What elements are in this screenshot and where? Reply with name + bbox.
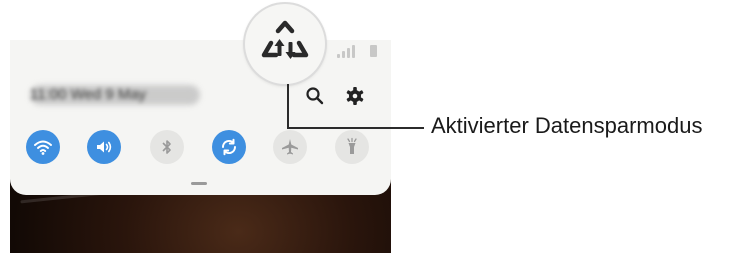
callout-line-horizontal xyxy=(287,127,424,129)
search-icon xyxy=(306,87,324,105)
battery-icon xyxy=(370,45,377,57)
quick-panel xyxy=(10,40,391,195)
signal-icon xyxy=(337,54,340,58)
callout-label: Aktivierter Datensparmodus xyxy=(431,113,703,138)
data-saver-highlight xyxy=(245,4,325,84)
toggle-sound[interactable] xyxy=(87,130,121,164)
gear-icon xyxy=(346,87,364,105)
illustration: 11:00 Wed 9 May Aktivierter Datensparmod… xyxy=(0,0,742,253)
toggle-bluetooth[interactable] xyxy=(150,130,184,164)
status-bar xyxy=(327,44,377,58)
signal-icon-bar xyxy=(352,45,355,58)
callout-line-vertical xyxy=(287,84,289,129)
wifi-icon xyxy=(34,140,52,155)
sound-icon xyxy=(97,141,112,153)
flashlight-icon xyxy=(347,137,357,154)
airplane-icon xyxy=(282,139,298,155)
settings-button[interactable] xyxy=(343,84,367,108)
bluetooth-icon xyxy=(162,140,171,154)
signal-icon-bar xyxy=(342,51,345,58)
toggle-flashlight[interactable] xyxy=(335,130,369,164)
datetime: 11:00 Wed 9 May xyxy=(30,86,147,103)
signal-icon-bar xyxy=(347,48,350,58)
panel-drag-handle[interactable] xyxy=(191,182,207,185)
toggle-auto-rotate[interactable] xyxy=(212,130,246,164)
data-saver-icon xyxy=(261,20,309,59)
toggle-airplane-mode[interactable] xyxy=(273,130,307,164)
rotate-icon xyxy=(221,138,237,156)
search-button[interactable] xyxy=(303,84,327,108)
toggle-wifi[interactable] xyxy=(26,130,60,164)
